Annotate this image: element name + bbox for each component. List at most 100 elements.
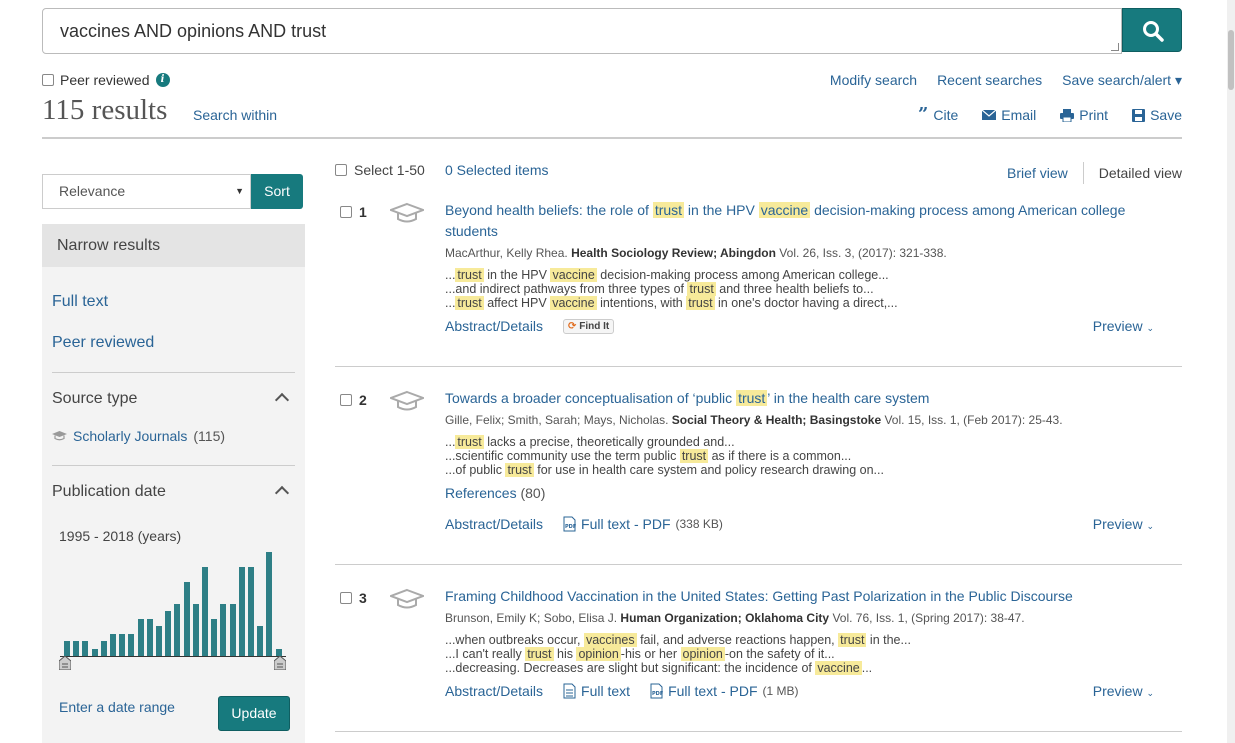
histogram-bar[interactable] — [229, 604, 236, 656]
facet-peer-reviewed[interactable]: Peer reviewed — [52, 334, 154, 352]
result-title-link[interactable]: Beyond health beliefs: the role of trust… — [445, 200, 1145, 242]
save-button[interactable]: Save — [1132, 107, 1182, 123]
email-button[interactable]: Email — [982, 107, 1036, 123]
abstract-details-link[interactable]: Abstract/Details — [445, 318, 543, 334]
chevron-up-icon[interactable] — [274, 485, 290, 501]
selected-items-link[interactable]: 0 Selected items — [445, 162, 549, 178]
modify-search-link[interactable]: Modify search — [830, 72, 917, 89]
full-text-link[interactable]: Full text — [563, 683, 630, 699]
header-divider — [42, 137, 1182, 139]
select-all-checkbox[interactable] — [335, 164, 347, 176]
range-start-handle-icon[interactable] — [59, 656, 71, 670]
chevron-down-icon: ⌄ — [1146, 521, 1154, 531]
snippet-text: ...scientific community use the term pub… — [445, 449, 680, 463]
result-checkbox[interactable] — [340, 592, 352, 604]
select-all[interactable]: Select 1-50 — [335, 162, 425, 178]
histogram-bar[interactable] — [183, 582, 190, 656]
histogram-bar[interactable] — [211, 619, 218, 656]
preview-link[interactable]: Preview ⌄ — [1093, 683, 1154, 699]
result-checkbox[interactable] — [340, 206, 352, 218]
search-input[interactable]: vaccines AND opinions AND trust — [42, 8, 1122, 54]
snippet-highlight: trust — [505, 463, 534, 477]
result-select[interactable]: 1 — [340, 204, 367, 220]
histogram-bar[interactable] — [110, 634, 116, 656]
chevron-up-icon[interactable] — [274, 392, 290, 408]
snippet-text: -on the safety of it... — [724, 647, 835, 661]
page-scrollbar[interactable] — [1227, 0, 1235, 743]
update-button[interactable]: Update — [218, 696, 290, 731]
snippet-line: ...decreasing. Decreases are slight but … — [445, 661, 1145, 675]
histogram-bar[interactable] — [128, 634, 135, 656]
info-icon[interactable]: i — [155, 73, 170, 87]
detailed-view-label: Detailed view — [1098, 165, 1182, 181]
snippet-text: affect HPV — [483, 296, 551, 310]
references-link[interactable]: References — [445, 485, 517, 501]
histogram-bar[interactable] — [238, 567, 245, 656]
result-title-link[interactable]: Framing Childhood Vaccination in the Uni… — [445, 586, 1145, 607]
full-text-pdf-link[interactable]: PDF Full text - PDF (338 KB) — [563, 516, 723, 532]
result-select[interactable]: 2 — [340, 392, 367, 408]
histogram-bar[interactable] — [64, 641, 70, 656]
source-type-item[interactable]: Scholarly Journals (115) — [52, 428, 225, 444]
find-it-button[interactable]: ⟳ Find It — [563, 318, 615, 334]
references-row: References (80) — [445, 485, 1145, 501]
view-toggle: Brief view Detailed view — [1007, 162, 1182, 184]
pdf-icon: PDF — [650, 683, 663, 699]
result-select[interactable]: 3 — [340, 590, 367, 606]
result-actions: Abstract/Details PDF Full text - PDF (33… — [445, 516, 723, 532]
histogram-bar[interactable] — [266, 552, 273, 656]
sort-button[interactable]: Sort — [251, 174, 303, 209]
print-label: Print — [1079, 107, 1109, 123]
abstract-details-link[interactable]: Abstract/Details — [445, 683, 543, 699]
result-citation: Brunson, Emily K; Sobo, Elisa J. Human O… — [445, 611, 1145, 625]
histogram-bar[interactable] — [192, 604, 199, 656]
preview-link[interactable]: Preview ⌄ — [1093, 318, 1154, 334]
snippet-text: in the HPV — [483, 268, 551, 282]
brief-view-link[interactable]: Brief view — [1007, 165, 1068, 181]
preview-link[interactable]: Preview ⌄ — [1093, 516, 1154, 532]
histogram-bar[interactable] — [73, 641, 80, 656]
histogram-bar[interactable] — [146, 619, 153, 656]
histogram-bar[interactable] — [100, 641, 107, 656]
histogram-bar[interactable] — [119, 634, 126, 656]
histogram-bar[interactable] — [165, 611, 172, 656]
histogram-bar[interactable] — [248, 567, 254, 656]
printer-icon — [1060, 108, 1075, 122]
resize-grip-icon[interactable] — [1111, 43, 1119, 51]
histogram-bar[interactable] — [275, 649, 282, 656]
histogram-bar[interactable] — [174, 604, 181, 656]
histogram-bar[interactable] — [91, 649, 98, 656]
peer-reviewed-checkbox[interactable] — [42, 74, 54, 86]
abstract-details-link[interactable]: Abstract/Details — [445, 516, 543, 532]
search-button[interactable] — [1122, 8, 1182, 52]
graduation-cap-icon — [52, 431, 67, 441]
full-text-pdf-link[interactable]: PDF Full text - PDF (1 MB) — [650, 683, 799, 699]
scrollbar-thumb[interactable] — [1228, 30, 1234, 90]
print-button[interactable]: Print — [1060, 107, 1108, 123]
graduation-cap-icon — [390, 390, 424, 411]
search-within-link[interactable]: Search within — [193, 107, 277, 123]
snippet-line: ...of public trust for use in health car… — [445, 463, 1145, 477]
result-checkbox[interactable] — [340, 394, 352, 406]
histogram-bar[interactable] — [257, 626, 264, 656]
enter-date-range-link[interactable]: Enter a date range — [59, 699, 175, 715]
histogram-bar[interactable] — [202, 567, 208, 656]
result-journal: Social Theory & Health; Basingstoke — [671, 413, 882, 427]
histogram-bar[interactable] — [156, 626, 162, 656]
snippet-text: ... — [445, 296, 456, 310]
snippet-text: ...of public — [445, 463, 506, 477]
snippet-text: ...and indirect pathways from three type… — [445, 282, 688, 296]
sort-select[interactable]: Relevance ▼ — [42, 174, 251, 209]
result-title-link[interactable]: Towards a broader conceptualisation of ‘… — [445, 388, 1145, 409]
histogram-bar[interactable] — [82, 641, 89, 656]
histogram-bar[interactable] — [137, 619, 144, 656]
snippet-text: fail, and adverse reactions happen, — [636, 633, 839, 647]
publication-date-histogram[interactable] — [60, 550, 288, 656]
cite-button[interactable]: ” Cite — [918, 106, 958, 124]
histogram-bar[interactable] — [220, 604, 227, 656]
save-search-alert-link[interactable]: Save search/alert ▾ — [1062, 72, 1182, 89]
facet-full-text[interactable]: Full text — [52, 293, 108, 311]
range-end-handle-icon[interactable] — [274, 656, 286, 670]
snippet-line: ...I can't really trust his opinion -his … — [445, 647, 1145, 661]
recent-searches-link[interactable]: Recent searches — [937, 72, 1042, 89]
